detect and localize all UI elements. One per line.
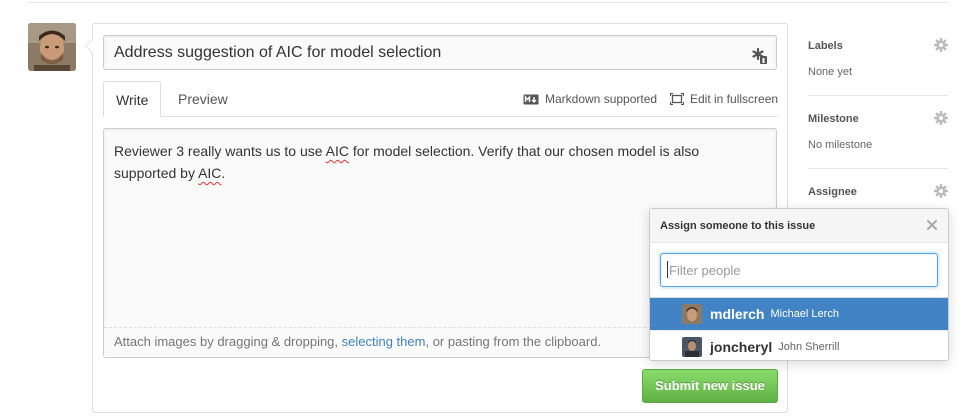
asterisk-icon xyxy=(752,44,768,64)
markdown-icon xyxy=(523,94,539,105)
assignee-popup: Assign someone to this issue mdlerch Mic… xyxy=(649,208,949,361)
fullscreen-icon xyxy=(670,93,684,105)
markdown-help-link[interactable]: Markdown supported xyxy=(523,92,657,106)
user-fullname: John Sherrill xyxy=(778,340,840,353)
user-avatar xyxy=(682,304,702,324)
user-login: mdlerch xyxy=(710,306,765,322)
user-avatar xyxy=(682,337,702,357)
user-option-joncheryl[interactable]: joncheryl John Sherrill xyxy=(650,330,948,360)
milestone-heading: Milestone xyxy=(808,113,859,125)
labels-value: None yet xyxy=(808,66,853,78)
user-login: joncheryl xyxy=(710,338,773,355)
gear-icon[interactable] xyxy=(934,184,948,198)
top-divider xyxy=(28,2,948,3)
user-fullname: Michael Lerch xyxy=(770,308,839,320)
gear-icon[interactable] xyxy=(934,111,948,125)
user-option-mdlerch[interactable]: mdlerch Michael Lerch xyxy=(650,298,948,330)
sidebar-divider xyxy=(808,95,948,96)
sidebar-divider xyxy=(808,168,948,169)
labels-heading: Labels xyxy=(808,40,843,52)
fullscreen-label: Edit in fullscreen xyxy=(690,92,779,106)
tab-write[interactable]: Write xyxy=(103,81,162,117)
gear-icon[interactable] xyxy=(934,38,948,52)
assignee-heading: Assignee xyxy=(808,186,857,198)
issue-body-text: Reviewer 3 really wants us to use AIC fo… xyxy=(114,143,700,181)
milestone-value: No milestone xyxy=(808,139,873,151)
issue-title-value: Address suggestion of AIC for model sele… xyxy=(114,44,442,61)
author-avatar xyxy=(28,23,76,71)
select-files-link[interactable]: selecting them xyxy=(342,334,426,349)
close-icon[interactable] xyxy=(925,218,939,232)
markdown-label: Markdown supported xyxy=(545,92,658,106)
submit-issue-button[interactable]: Submit new issue xyxy=(642,369,778,403)
text-cursor xyxy=(667,261,668,278)
popup-title: Assign someone to this issue xyxy=(650,209,948,243)
filter-people-input[interactable] xyxy=(660,253,938,287)
issue-title-input[interactable]: Address suggestion of AIC for model sele… xyxy=(103,35,777,70)
fullscreen-link[interactable]: Edit in fullscreen xyxy=(670,92,778,106)
tab-preview[interactable]: Preview xyxy=(166,81,240,117)
